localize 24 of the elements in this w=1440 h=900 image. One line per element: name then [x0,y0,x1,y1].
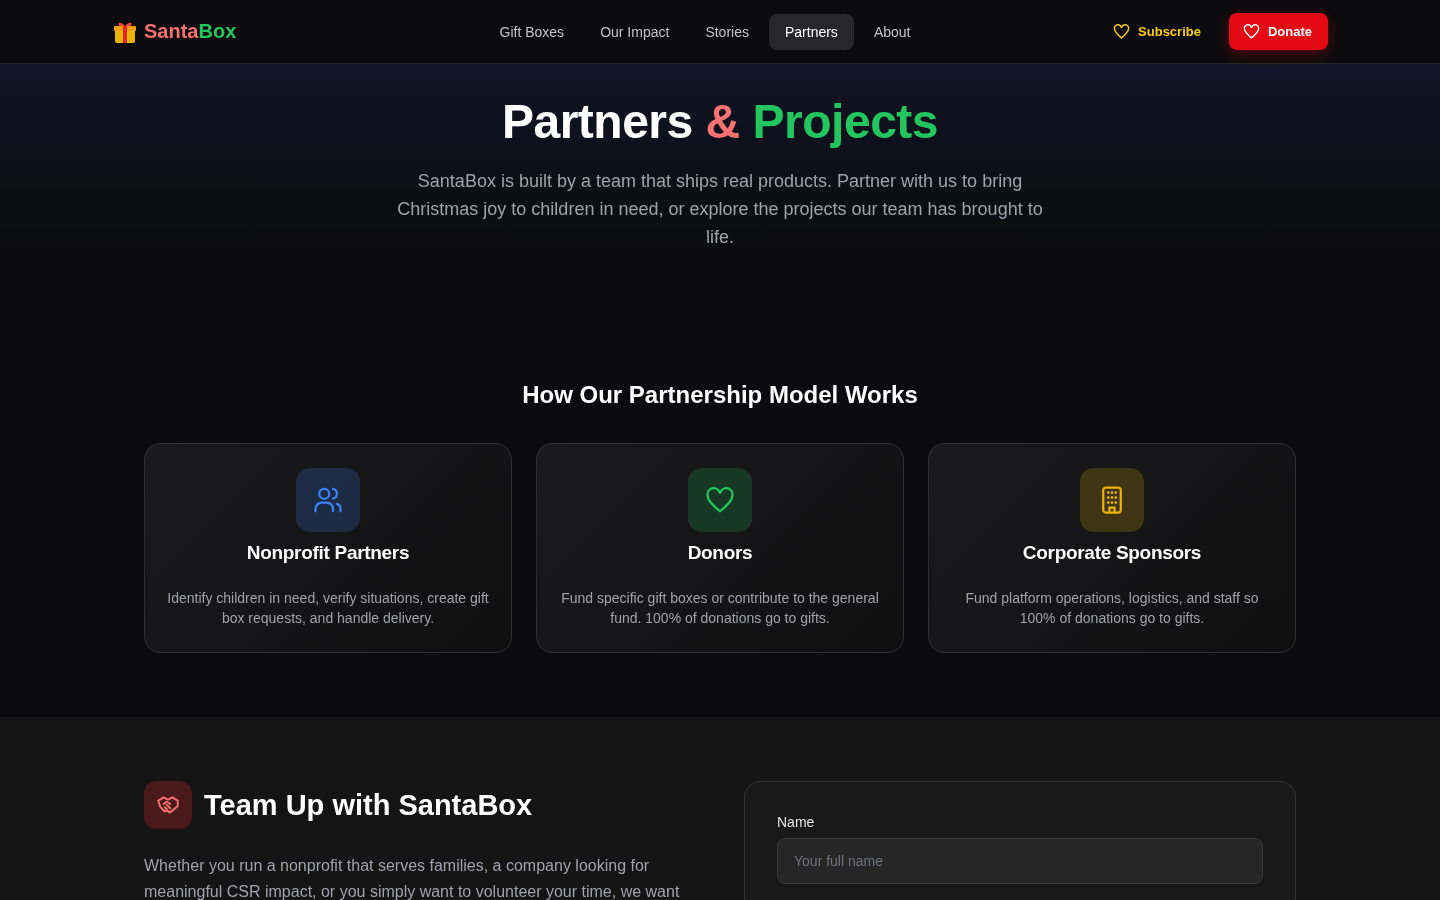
nav-link[interactable]: Partners [768,13,854,50]
card-title: Donors [687,542,753,564]
donate-button[interactable]: Donate [1228,13,1328,50]
hero-description: SantaBox is built by a team that ships real products. Partner with us to bring Christmas joy to children in need, or explore the projects our team has brought to life. [396,170,1044,249]
card-description: Fund platform operations, logistics, and staff so 100% of donations go to gifts. [964,589,1260,628]
card-title: Nonprofit Partners [246,542,410,564]
name-input[interactable]: Your full name [777,838,1263,884]
section-heading: How Our Partnership Model Works [521,381,919,409]
team-up-heading: Team Up with SantaBox [204,788,533,822]
nav-link[interactable]: Stories [689,13,765,50]
page-title: Partners & Projects [500,94,939,149]
heart-icon [1242,23,1260,40]
subscribe-button[interactable]: Subscribe [1105,15,1209,48]
nav-link[interactable]: About [857,13,927,50]
heart-icon [1113,23,1131,40]
card-description: Fund specific gift boxes or contribute to the general fund. 100% of donations go to gifts. [560,589,880,628]
handshake-icon [144,781,192,829]
nav-link[interactable]: Our Impact [584,13,686,50]
field-label: Name [777,814,816,830]
team-up-description: Whether you run a nonprofit that serves families, a company looking for meaningful CSR impact, or you simply want to volunteer your time, we want [144,856,681,900]
nav-link[interactable]: Gift Boxes [483,13,581,50]
card-title: Corporate Sponsors [1022,542,1202,564]
brand-logo[interactable]: SantaBox [144,20,237,43]
card-description: Identify children in need, verify situations, create gift box requests, and handle delivery. [166,589,490,628]
